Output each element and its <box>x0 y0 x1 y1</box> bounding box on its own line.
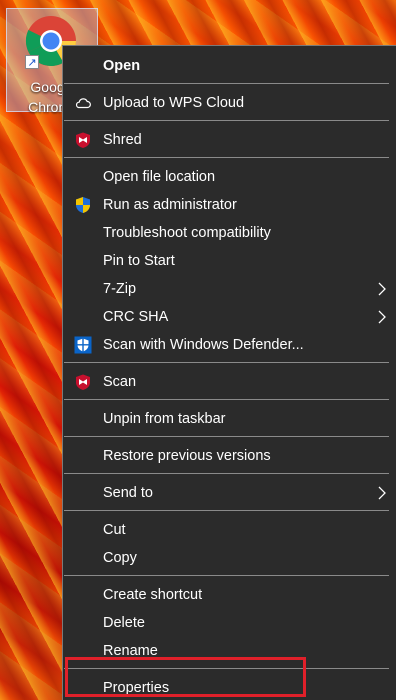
chevron-right-icon <box>378 486 386 500</box>
menu-item-pin-to-start[interactable]: Pin to Start <box>63 247 395 275</box>
shortcut-arrow-icon: ↗ <box>25 55 39 69</box>
menu-separator <box>64 436 389 437</box>
menu-item-copy[interactable]: Copy <box>63 544 395 572</box>
menu-separator <box>64 399 389 400</box>
cloud-icon <box>75 98 91 109</box>
chevron-right-icon <box>378 310 386 324</box>
menu-item-7zip[interactable]: 7-Zip <box>63 275 395 303</box>
menu-item-label: Send to <box>103 485 153 501</box>
menu-separator <box>64 157 389 158</box>
menu-item-label: Pin to Start <box>103 253 175 269</box>
menu-separator <box>64 510 389 511</box>
menu-item-troubleshoot-compatibility[interactable]: Troubleshoot compatibility <box>63 219 395 247</box>
menu-item-scan[interactable]: Scan <box>63 368 395 396</box>
menu-separator <box>64 120 389 121</box>
menu-item-crc-sha[interactable]: CRC SHA <box>63 303 395 331</box>
menu-item-label: Scan with Windows Defender... <box>103 337 304 353</box>
menu-item-scan-windows-defender[interactable]: Scan with Windows Defender... <box>63 331 395 359</box>
menu-item-label: Restore previous versions <box>103 448 271 464</box>
menu-item-delete[interactable]: Delete <box>63 609 395 637</box>
context-menu: Open Upload to WPS Cloud Shred Open file… <box>62 45 396 700</box>
menu-item-label: Cut <box>103 522 126 538</box>
menu-item-label: Run as administrator <box>103 197 237 213</box>
menu-item-open[interactable]: Open <box>63 52 395 80</box>
menu-item-cut[interactable]: Cut <box>63 516 395 544</box>
menu-separator <box>64 83 389 84</box>
menu-item-upload-wps-cloud[interactable]: Upload to WPS Cloud <box>63 89 395 117</box>
mcafee-icon <box>76 374 90 390</box>
menu-item-label: Open <box>103 58 141 74</box>
menu-item-send-to[interactable]: Send to <box>63 479 395 507</box>
menu-item-label: CRC SHA <box>103 309 169 325</box>
menu-item-label: Troubleshoot compatibility <box>103 225 271 241</box>
menu-item-label: Shred <box>103 132 142 148</box>
desktop: ↗ Google Chrome Open Upload to WPS Cloud… <box>0 0 396 700</box>
menu-item-label: Create shortcut <box>103 587 203 603</box>
properties-highlight-box <box>65 657 306 697</box>
menu-item-label: Open file location <box>103 169 216 185</box>
menu-item-create-shortcut[interactable]: Create shortcut <box>63 581 395 609</box>
menu-separator <box>64 575 389 576</box>
menu-item-unpin-from-taskbar[interactable]: Unpin from taskbar <box>63 405 395 433</box>
menu-separator <box>64 473 389 474</box>
menu-item-label: Delete <box>103 615 145 631</box>
defender-icon <box>74 336 92 354</box>
menu-item-label: Upload to WPS Cloud <box>103 95 245 111</box>
uac-shield-icon <box>76 197 90 213</box>
menu-item-open-file-location[interactable]: Open file location <box>63 163 395 191</box>
chevron-right-icon <box>378 282 386 296</box>
menu-item-label: Unpin from taskbar <box>103 411 226 427</box>
menu-item-label: Copy <box>103 550 137 566</box>
menu-item-run-as-administrator[interactable]: Run as administrator <box>63 191 395 219</box>
menu-separator <box>64 362 389 363</box>
mcafee-icon <box>76 132 90 148</box>
menu-item-shred[interactable]: Shred <box>63 126 395 154</box>
menu-item-label: Scan <box>103 374 137 390</box>
menu-item-restore-previous-versions[interactable]: Restore previous versions <box>63 442 395 470</box>
menu-item-label: 7-Zip <box>103 281 137 297</box>
